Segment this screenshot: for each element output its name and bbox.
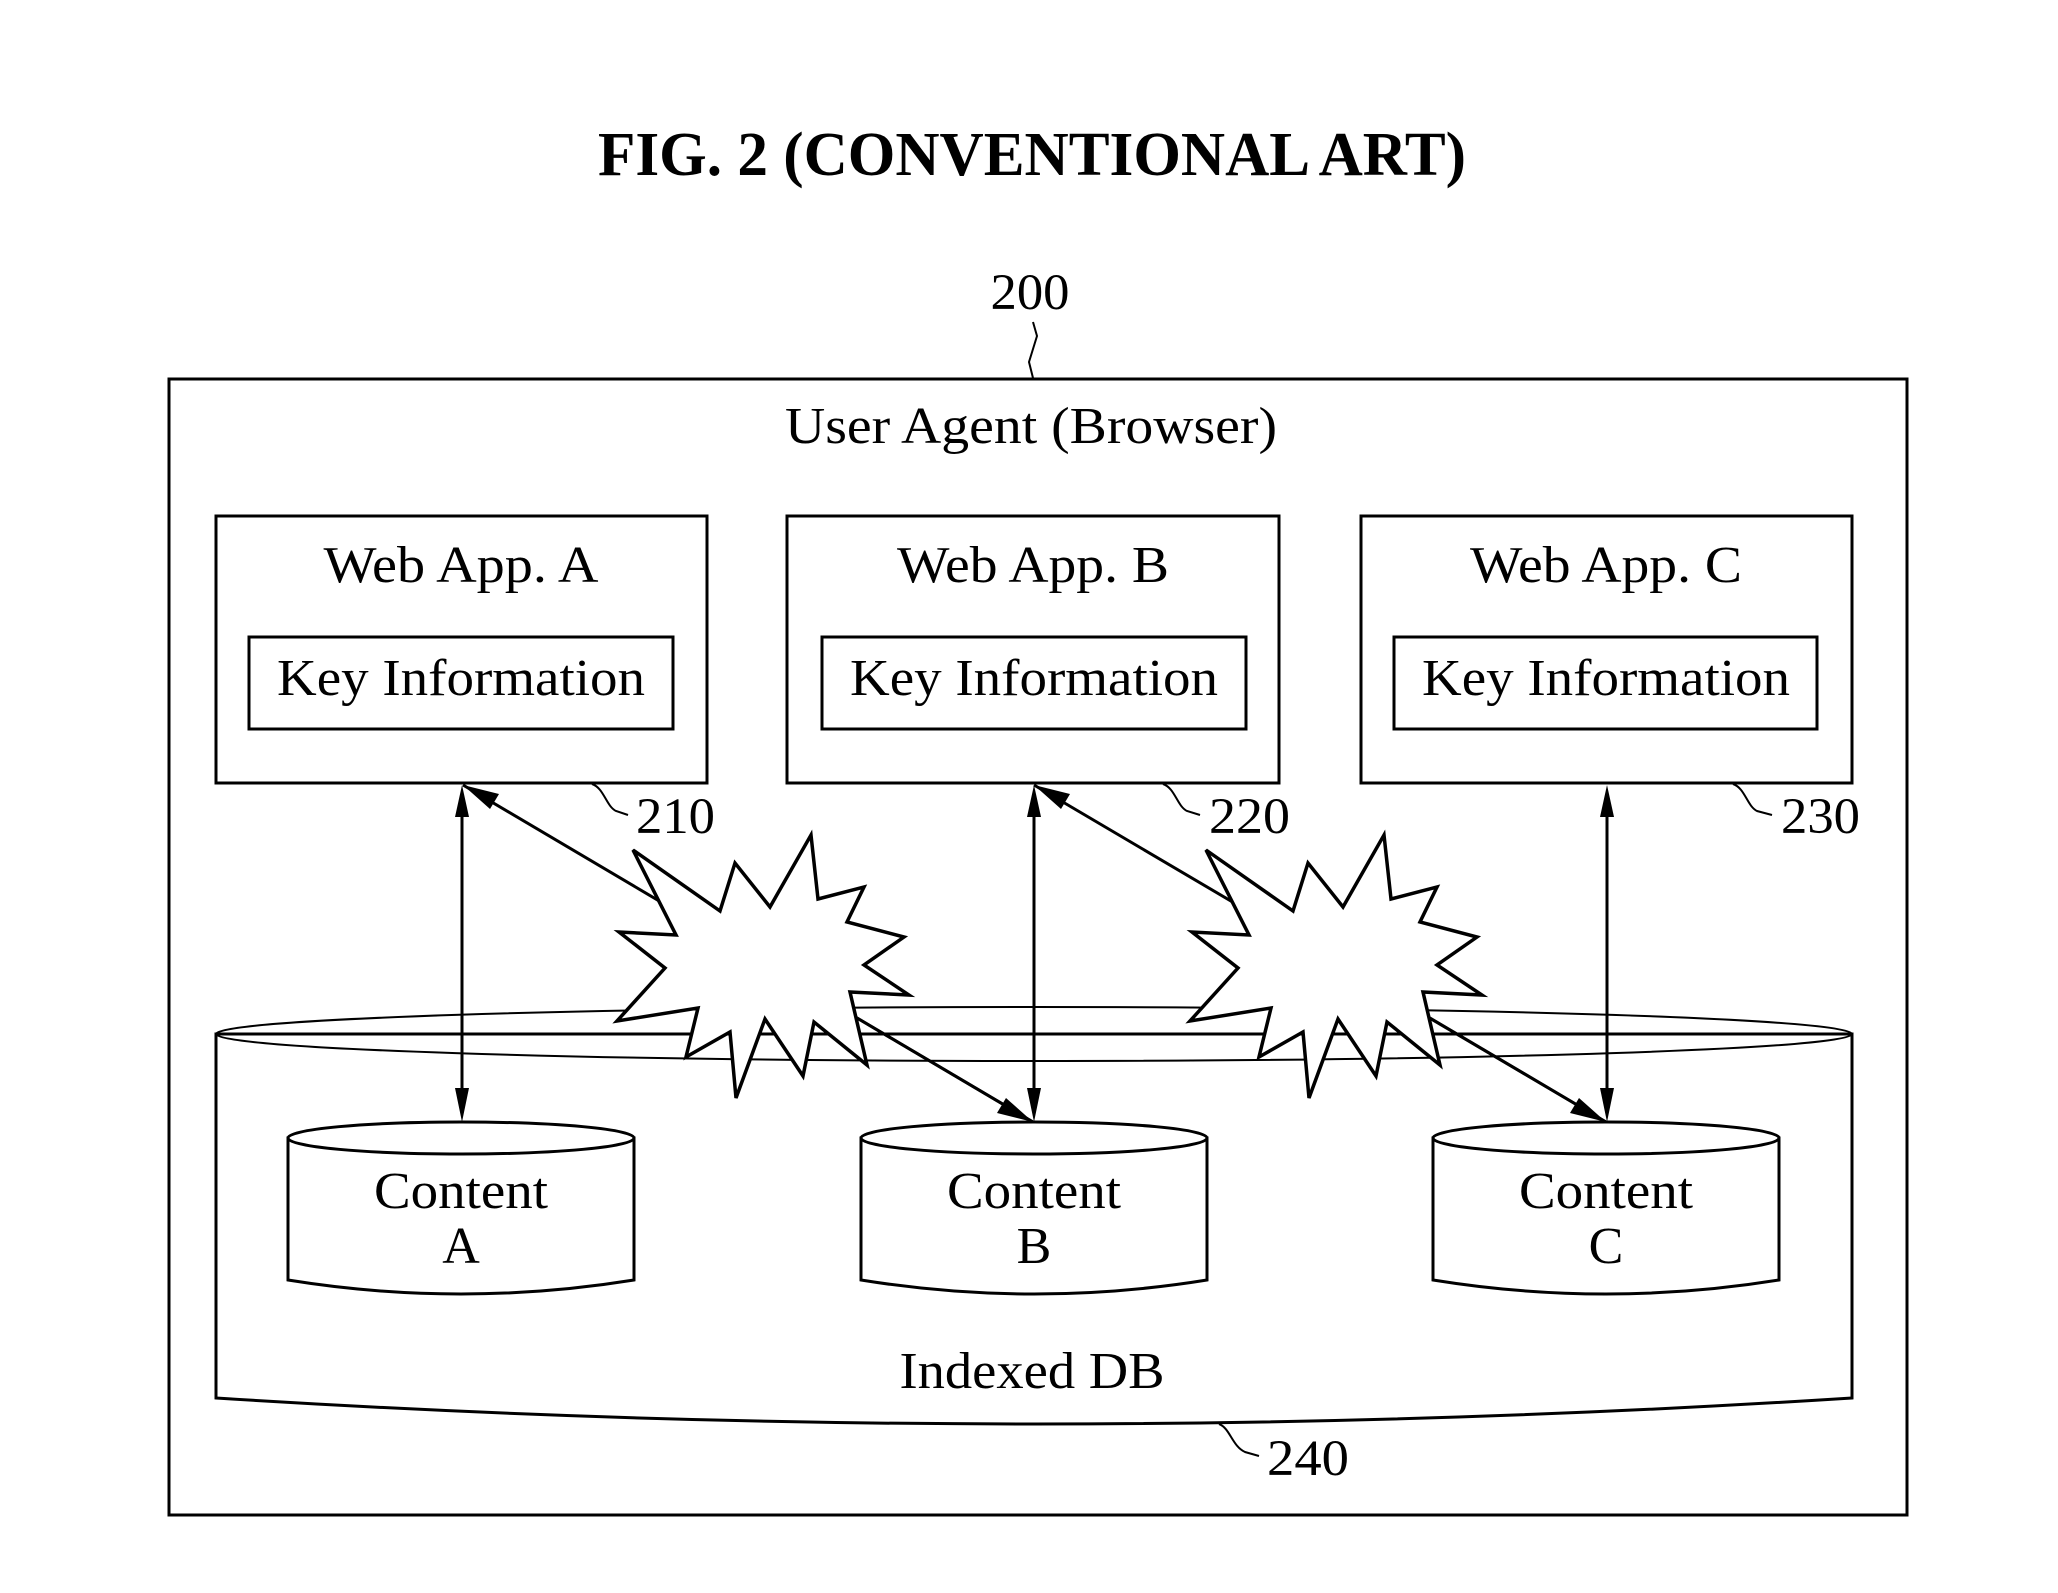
- ref-label-210: 210: [636, 789, 715, 845]
- arrowhead-icon: [1034, 785, 1070, 809]
- arrowhead-up-icon: [1027, 785, 1041, 817]
- user-agent-label: User Agent (Browser): [785, 398, 1277, 455]
- web-app-b-title: Web App. B: [897, 537, 1169, 594]
- arrowhead-icon: [463, 785, 499, 809]
- web-app-c: Web App. C Key Information: [1359, 514, 1854, 785]
- content-b-label-line1: Content: [947, 1163, 1122, 1220]
- ref-label-220: 220: [1209, 789, 1290, 845]
- leader-line-200: [1027, 321, 1039, 379]
- web-app-b: Web App. B Key Information: [785, 514, 1281, 785]
- leader-line-230: [1732, 783, 1773, 816]
- ref-label-200: 200: [991, 265, 1070, 321]
- ref-label-240: 240: [1267, 1431, 1349, 1487]
- content-c-top: [1431, 1120, 1781, 1156]
- content-c-label-line1: Content: [1519, 1163, 1694, 1220]
- content-a-cylinder: Content A: [286, 1120, 636, 1296]
- web-app-a: Web App. A Key Information: [214, 514, 709, 785]
- leader-line-210: [591, 783, 629, 816]
- content-b-cylinder: Content B: [859, 1120, 1209, 1296]
- web-app-c-key-info-label: Key Information: [1422, 650, 1790, 707]
- indexed-db-label: Indexed DB: [900, 1343, 1165, 1400]
- arrowhead-up-icon: [455, 785, 469, 817]
- content-c-cylinder: Content C: [1431, 1120, 1781, 1296]
- web-app-a-key-info-label: Key Information: [277, 650, 645, 707]
- leader-line-240: [1218, 1423, 1260, 1457]
- content-a-label-line2: A: [442, 1218, 480, 1275]
- figure-title: FIG. 2 (CONVENTIONAL ART): [598, 121, 1466, 189]
- content-b-top: [859, 1120, 1209, 1156]
- content-a-top: [286, 1120, 636, 1156]
- content-c-label-line2: C: [1589, 1218, 1624, 1275]
- leader-line-220: [1162, 783, 1201, 816]
- web-app-b-key-info-label: Key Information: [850, 650, 1218, 707]
- web-app-c-title: Web App. C: [1470, 537, 1742, 594]
- content-b-label-line2: B: [1017, 1218, 1052, 1275]
- content-a-label-line1: Content: [374, 1163, 549, 1220]
- web-app-a-title: Web App. A: [324, 537, 599, 594]
- ref-label-230: 230: [1781, 789, 1860, 845]
- arrowhead-up-icon: [1600, 785, 1614, 817]
- figure-canvas: FIG. 2 (CONVENTIONAL ART) 200 User Agent…: [167, 121, 1909, 1517]
